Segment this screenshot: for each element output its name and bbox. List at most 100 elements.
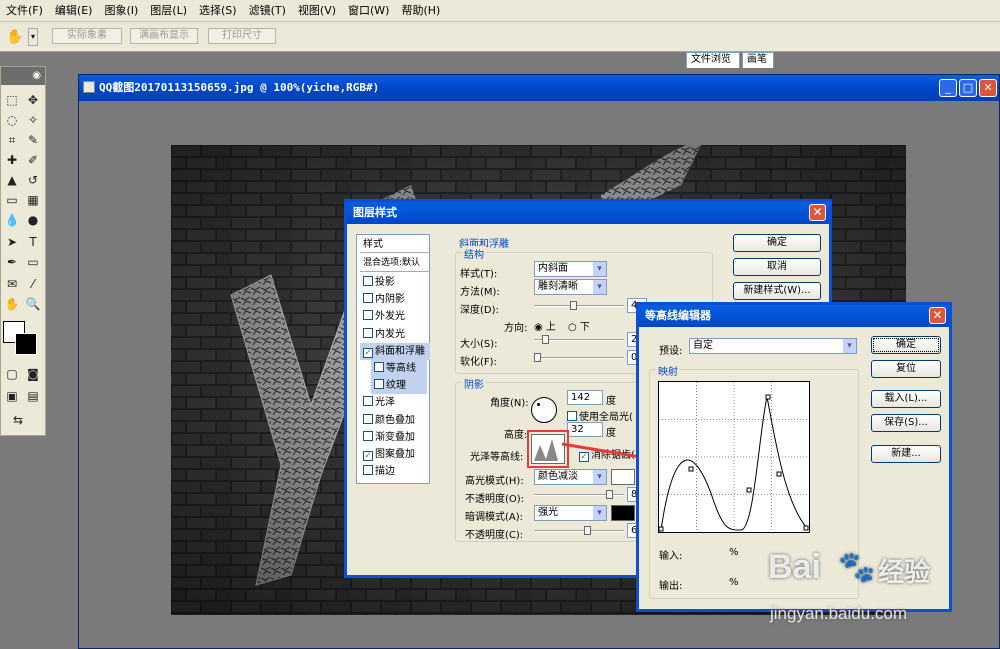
standard-mode-icon[interactable]: ▢	[3, 365, 21, 383]
style-item-checkbox[interactable]	[374, 379, 384, 390]
direction-up-radio[interactable]: ◉ 上	[534, 318, 556, 333]
angle-dial[interactable]	[531, 397, 557, 423]
notes-tool-icon[interactable]: ✉	[3, 275, 21, 293]
technique-select[interactable]: 雕刻清晰	[534, 279, 607, 295]
new-style-button[interactable]: 新建样式(W)...	[733, 282, 821, 300]
style-item[interactable]: ✓ 图案叠加	[360, 446, 430, 463]
style-item-checkbox[interactable]	[363, 293, 373, 304]
style-item-checkbox[interactable]	[363, 430, 373, 441]
close-icon[interactable]: ✕	[979, 79, 997, 97]
move-tool-icon[interactable]: ✥	[24, 91, 42, 109]
contour-load-button[interactable]: 载入(L)...	[871, 390, 941, 408]
size-slider[interactable]	[534, 335, 624, 344]
maximize-icon[interactable]: □	[959, 79, 977, 97]
curve-point[interactable]	[765, 394, 771, 400]
soften-slider[interactable]	[534, 353, 624, 362]
style-item[interactable]: 等高线	[371, 360, 427, 377]
angle-input[interactable]: 142	[567, 390, 603, 405]
blur-tool-icon[interactable]: 💧	[3, 211, 21, 229]
type-tool-icon[interactable]: T	[24, 233, 42, 251]
style-item-checkbox[interactable]	[363, 327, 373, 338]
gradient-tool-icon[interactable]: ▦	[24, 191, 42, 209]
menu-edit[interactable]: 编辑(E)	[49, 0, 99, 22]
contour-save-button[interactable]: 保存(S)...	[871, 414, 941, 432]
menu-filter[interactable]: 滤镜(T)	[243, 0, 292, 22]
highlight-opacity-slider[interactable]	[534, 490, 624, 499]
contour-graph[interactable]	[658, 381, 810, 533]
history-brush-icon[interactable]: ↺	[24, 171, 42, 189]
palette-tab-file-browser[interactable]: 文件浏览	[686, 52, 740, 68]
stamp-tool-icon[interactable]: ▲	[3, 171, 21, 189]
contour-new-button[interactable]: 新建...	[871, 445, 941, 463]
lasso-tool-icon[interactable]: ◌	[3, 111, 21, 129]
style-item[interactable]: 光泽	[360, 394, 430, 411]
hand-tool-box-icon[interactable]: ✋	[3, 295, 21, 313]
style-item[interactable]: 纹理	[371, 377, 427, 395]
style-item-checkbox[interactable]	[374, 362, 384, 372]
style-item[interactable]: 内阴影	[360, 291, 430, 308]
menu-help[interactable]: 帮助(H)	[395, 0, 446, 22]
curve-point[interactable]	[658, 526, 664, 532]
style-item-checkbox[interactable]	[363, 413, 373, 424]
highlight-opacity-thumb[interactable]	[606, 490, 613, 499]
document-title[interactable]: QQ截图20170113150659.jpg @ 100%(yiche,RGB#…	[79, 75, 999, 101]
preset-select[interactable]: 自定	[689, 338, 857, 354]
style-item[interactable]: 颜色叠加	[360, 412, 430, 429]
curve-point[interactable]	[803, 525, 809, 531]
direction-down-radio[interactable]: ○ 下	[568, 318, 590, 333]
magic-wand-tool-icon[interactable]: ✧	[24, 111, 42, 129]
style-item-checkbox[interactable]	[363, 276, 373, 286]
shadow-color-swatch[interactable]	[611, 505, 635, 521]
palette-tab-brushes[interactable]: 画笔	[742, 52, 774, 68]
contour-editor-titlebar[interactable]: 等高线编辑器 ✕	[639, 305, 949, 327]
zoom-tool-icon[interactable]: 🔍	[24, 295, 42, 313]
depth-slider-thumb[interactable]	[570, 301, 577, 310]
contour-editor-close-icon[interactable]: ✕	[929, 307, 946, 324]
bevel-style-select[interactable]: 内斜面	[534, 261, 607, 277]
altitude-input[interactable]: 32	[567, 422, 603, 437]
shape-tool-icon[interactable]: ▭	[24, 253, 42, 271]
fullscreen-mode-icon[interactable]: ▤	[24, 387, 42, 405]
blending-options-item[interactable]: 混合选项:默认	[360, 255, 430, 272]
minimize-icon[interactable]: _	[939, 79, 957, 97]
style-item-checkbox[interactable]: ✓	[363, 347, 373, 358]
curve-point[interactable]	[746, 487, 752, 493]
dodge-tool-icon[interactable]: ●	[24, 211, 42, 229]
style-item[interactable]: 描边	[360, 463, 430, 480]
contour-reset-button[interactable]: 复位	[871, 360, 941, 378]
style-item-checkbox[interactable]	[363, 396, 373, 407]
curve-point[interactable]	[688, 466, 694, 472]
jump-to-imageready-icon[interactable]: ⇆	[9, 411, 27, 429]
layer-style-cancel-button[interactable]: 取消	[733, 258, 821, 276]
style-list-header[interactable]: 样式	[360, 236, 430, 253]
soften-slider-thumb[interactable]	[534, 353, 541, 362]
slice-tool-icon[interactable]: ✎	[24, 131, 42, 149]
quickmask-mode-icon[interactable]: ◙	[24, 365, 42, 383]
layer-style-titlebar[interactable]: 图层样式 ✕	[347, 202, 829, 224]
marquee-tool-icon[interactable]: ⬚	[3, 91, 21, 109]
healing-brush-icon[interactable]: ✚	[3, 151, 21, 169]
menu-file[interactable]: 文件(F)	[0, 0, 49, 22]
menu-image[interactable]: 图象(I)	[98, 0, 144, 22]
menu-layer[interactable]: 图层(L)	[144, 0, 193, 22]
global-light-checkbox[interactable]: 使用全局光(	[567, 408, 633, 423]
size-slider-thumb[interactable]	[542, 335, 549, 344]
background-color-swatch[interactable]	[15, 333, 37, 355]
style-item[interactable]: ✓ 斜面和浮雕	[360, 342, 430, 360]
menu-select[interactable]: 选择(S)	[193, 0, 243, 22]
actual-pixels-button[interactable]: 实际象素	[52, 28, 122, 44]
layer-style-close-icon[interactable]: ✕	[809, 204, 826, 221]
shadow-opacity-thumb[interactable]	[584, 526, 591, 535]
brush-tool-icon[interactable]: ✐	[24, 151, 42, 169]
path-select-tool-icon[interactable]: ➤	[3, 233, 21, 251]
contour-ok-button[interactable]: 确定	[871, 336, 941, 354]
tool-preset-dropdown[interactable]: ▾	[28, 28, 38, 46]
menu-view[interactable]: 视图(V)	[292, 0, 342, 22]
print-size-button[interactable]: 打印尺寸	[208, 28, 276, 44]
shadow-mode-select[interactable]: 强光	[534, 505, 607, 521]
crop-tool-icon[interactable]: ⌗	[3, 131, 21, 149]
fit-screen-button[interactable]: 满画布显示	[130, 28, 198, 44]
style-item-checkbox[interactable]: ✓	[363, 451, 373, 461]
curve-point[interactable]	[776, 471, 782, 477]
hand-tool-icon[interactable]: ✋	[6, 28, 26, 46]
